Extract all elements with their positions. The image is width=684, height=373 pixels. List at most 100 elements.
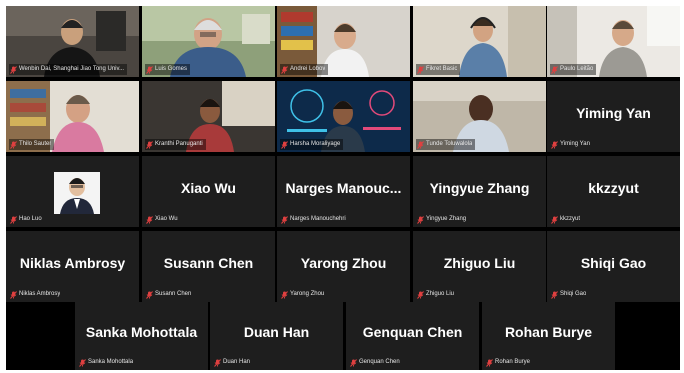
participant-name-label: Shiqi Gao xyxy=(550,289,589,300)
participant-name-label: kkzzyut xyxy=(550,214,583,225)
participant-name-label: Xiao Wu xyxy=(145,214,181,225)
participant-name: Hao Luo xyxy=(19,216,42,222)
participant-display-name: Sanka Mohottala xyxy=(85,324,198,340)
participant-name-label: Yarong Zhou xyxy=(280,289,327,300)
participant-name-label: Duan Han xyxy=(213,357,253,368)
participant-name: kkzzyut xyxy=(560,216,581,222)
participant-name: Wenbin Dai, Shanghai Jiao Tong Univ... xyxy=(19,66,125,72)
participant-display-name: Yiming Yan xyxy=(576,105,651,121)
participant-name: Shiqi Gao xyxy=(560,291,587,297)
participant-name-label: Tunde Toluwalola xyxy=(416,139,476,150)
mic-muted-icon xyxy=(214,358,221,367)
participant-name: Susann Chen xyxy=(155,291,192,297)
participant-name: Paulo Leitão xyxy=(560,66,594,72)
participant-tile[interactable]: Yingyue Zhang Yingyue Zhang xyxy=(413,156,546,227)
mic-muted-icon xyxy=(281,65,288,74)
participant-display-name: Narges Manouc... xyxy=(285,180,402,196)
participant-tile[interactable]: Rohan Burye Rohan Burye xyxy=(482,302,615,370)
participant-name-label: Luis Gomes xyxy=(145,64,191,75)
participant-tile[interactable]: Tunde Toluwalola xyxy=(413,81,546,152)
participant-tile[interactable]: Paulo Leitão xyxy=(547,6,680,77)
participant-tile[interactable]: Narges Manouc... Narges Manouchehri xyxy=(277,156,410,227)
meeting-window: Wenbin Dai, Shanghai Jiao Tong Univ... L… xyxy=(0,0,684,373)
participant-name-label: Susann Chen xyxy=(145,289,194,300)
participant-tile[interactable]: Susann Chen Susann Chen xyxy=(142,231,275,302)
mic-muted-icon xyxy=(10,215,17,224)
participant-name: Narges Manouchehri xyxy=(290,216,346,222)
participant-tile[interactable]: Andrei Lobov xyxy=(277,6,410,77)
participant-tile[interactable]: Wenbin Dai, Shanghai Jiao Tong Univ... xyxy=(6,6,139,77)
mic-muted-icon xyxy=(146,290,153,299)
participant-name: Luis Gomes xyxy=(155,66,188,72)
mic-muted-icon xyxy=(10,65,17,74)
mic-muted-icon xyxy=(281,290,288,299)
participant-tile[interactable]: Harsha Moraliyage xyxy=(277,81,410,152)
participant-display-name: Rohan Burye xyxy=(504,324,593,340)
participant-name-label: Hao Luo xyxy=(9,214,45,225)
participant-name-label: Narges Manouchehri xyxy=(280,214,349,225)
participant-tile[interactable]: Kranthi Panuganti xyxy=(142,81,275,152)
participant-display-name: Duan Han xyxy=(243,324,310,340)
mic-muted-icon xyxy=(79,358,86,367)
mic-muted-icon xyxy=(281,215,288,224)
participant-name-label: Paulo Leitão xyxy=(550,64,597,75)
mic-muted-icon xyxy=(350,358,357,367)
participant-tile[interactable]: Niklas Ambrosy Niklas Ambrosy xyxy=(6,231,139,302)
participant-display-name: Shiqi Gao xyxy=(580,255,647,271)
participant-name-label: Genquan Chen xyxy=(349,357,403,368)
mic-muted-icon xyxy=(10,140,17,149)
participant-tile[interactable]: Duan Han Duan Han xyxy=(210,302,343,370)
participant-name: Kranthi Panuganti xyxy=(155,141,203,147)
mic-muted-icon xyxy=(551,290,558,299)
participant-display-name: Yarong Zhou xyxy=(300,255,387,271)
participant-display-name: Genquan Chen xyxy=(362,324,463,340)
participant-name: Yarong Zhou xyxy=(290,291,325,297)
participant-display-name: Zhiguo Liu xyxy=(443,255,516,271)
participant-name-label: Sanka Mohottala xyxy=(78,357,136,368)
mic-muted-icon xyxy=(486,358,493,367)
participant-display-name: Yingyue Zhang xyxy=(429,180,530,196)
participant-name-label: Kranthi Panuganti xyxy=(145,139,206,150)
participant-tile[interactable]: Shiqi Gao Shiqi Gao xyxy=(547,231,680,302)
participant-tile[interactable]: Hao Luo xyxy=(6,156,139,227)
mic-muted-icon xyxy=(146,215,153,224)
participant-tile[interactable]: Luis Gomes xyxy=(142,6,275,77)
mic-muted-icon xyxy=(551,215,558,224)
participant-name: Rohan Burye xyxy=(495,359,531,365)
mic-muted-icon xyxy=(551,140,558,149)
participant-name: Harsha Moraliyage xyxy=(290,141,341,147)
participant-name-label: Wenbin Dai, Shanghai Jiao Tong Univ... xyxy=(9,64,128,75)
mic-muted-icon xyxy=(417,65,424,74)
participant-tile[interactable]: Yarong Zhou Yarong Zhou xyxy=(277,231,410,302)
participant-name: Zhiguo Liu xyxy=(426,291,455,297)
participant-name: Yingyue Zhang xyxy=(426,216,467,222)
participant-tile[interactable]: Yiming Yan Yiming Yan xyxy=(547,81,680,152)
participant-tile[interactable]: Zhiguo Liu Zhiguo Liu xyxy=(413,231,546,302)
participant-name: Duan Han xyxy=(223,359,251,365)
participant-name: Tunde Toluwalola xyxy=(426,141,473,147)
participant-name: Andrei Lobov xyxy=(290,66,326,72)
mic-muted-icon xyxy=(146,65,153,74)
participant-tile[interactable]: Thilo Sauter xyxy=(6,81,139,152)
mic-muted-icon xyxy=(417,215,424,224)
participant-tile[interactable]: kkzzyut kkzzyut xyxy=(547,156,680,227)
participant-tile[interactable]: Sanka Mohottala Sanka Mohottala xyxy=(75,302,208,370)
participant-name: Fikret Basic xyxy=(426,66,458,72)
participant-name-label: Andrei Lobov xyxy=(280,64,329,75)
avatar xyxy=(54,172,100,214)
participant-tile[interactable]: Xiao Wu Xiao Wu xyxy=(142,156,275,227)
participant-name-label: Yingyue Zhang xyxy=(416,214,469,225)
participant-name-label: Zhiguo Liu xyxy=(416,289,457,300)
participant-tile[interactable]: Fikret Basic xyxy=(413,6,546,77)
participant-name: Yiming Yan xyxy=(560,141,590,147)
participant-name-label: Rohan Burye xyxy=(485,357,533,368)
participant-tile[interactable]: Genquan Chen Genquan Chen xyxy=(346,302,479,370)
gallery-view: Wenbin Dai, Shanghai Jiao Tong Univ... L… xyxy=(6,6,680,370)
mic-muted-icon xyxy=(417,290,424,299)
participant-display-name: Susann Chen xyxy=(163,255,254,271)
participant-name: Thilo Sauter xyxy=(19,141,52,147)
mic-muted-icon xyxy=(551,65,558,74)
participant-display-name: Niklas Ambrosy xyxy=(19,255,126,271)
mic-muted-icon xyxy=(417,140,424,149)
participant-name: Genquan Chen xyxy=(359,359,400,365)
